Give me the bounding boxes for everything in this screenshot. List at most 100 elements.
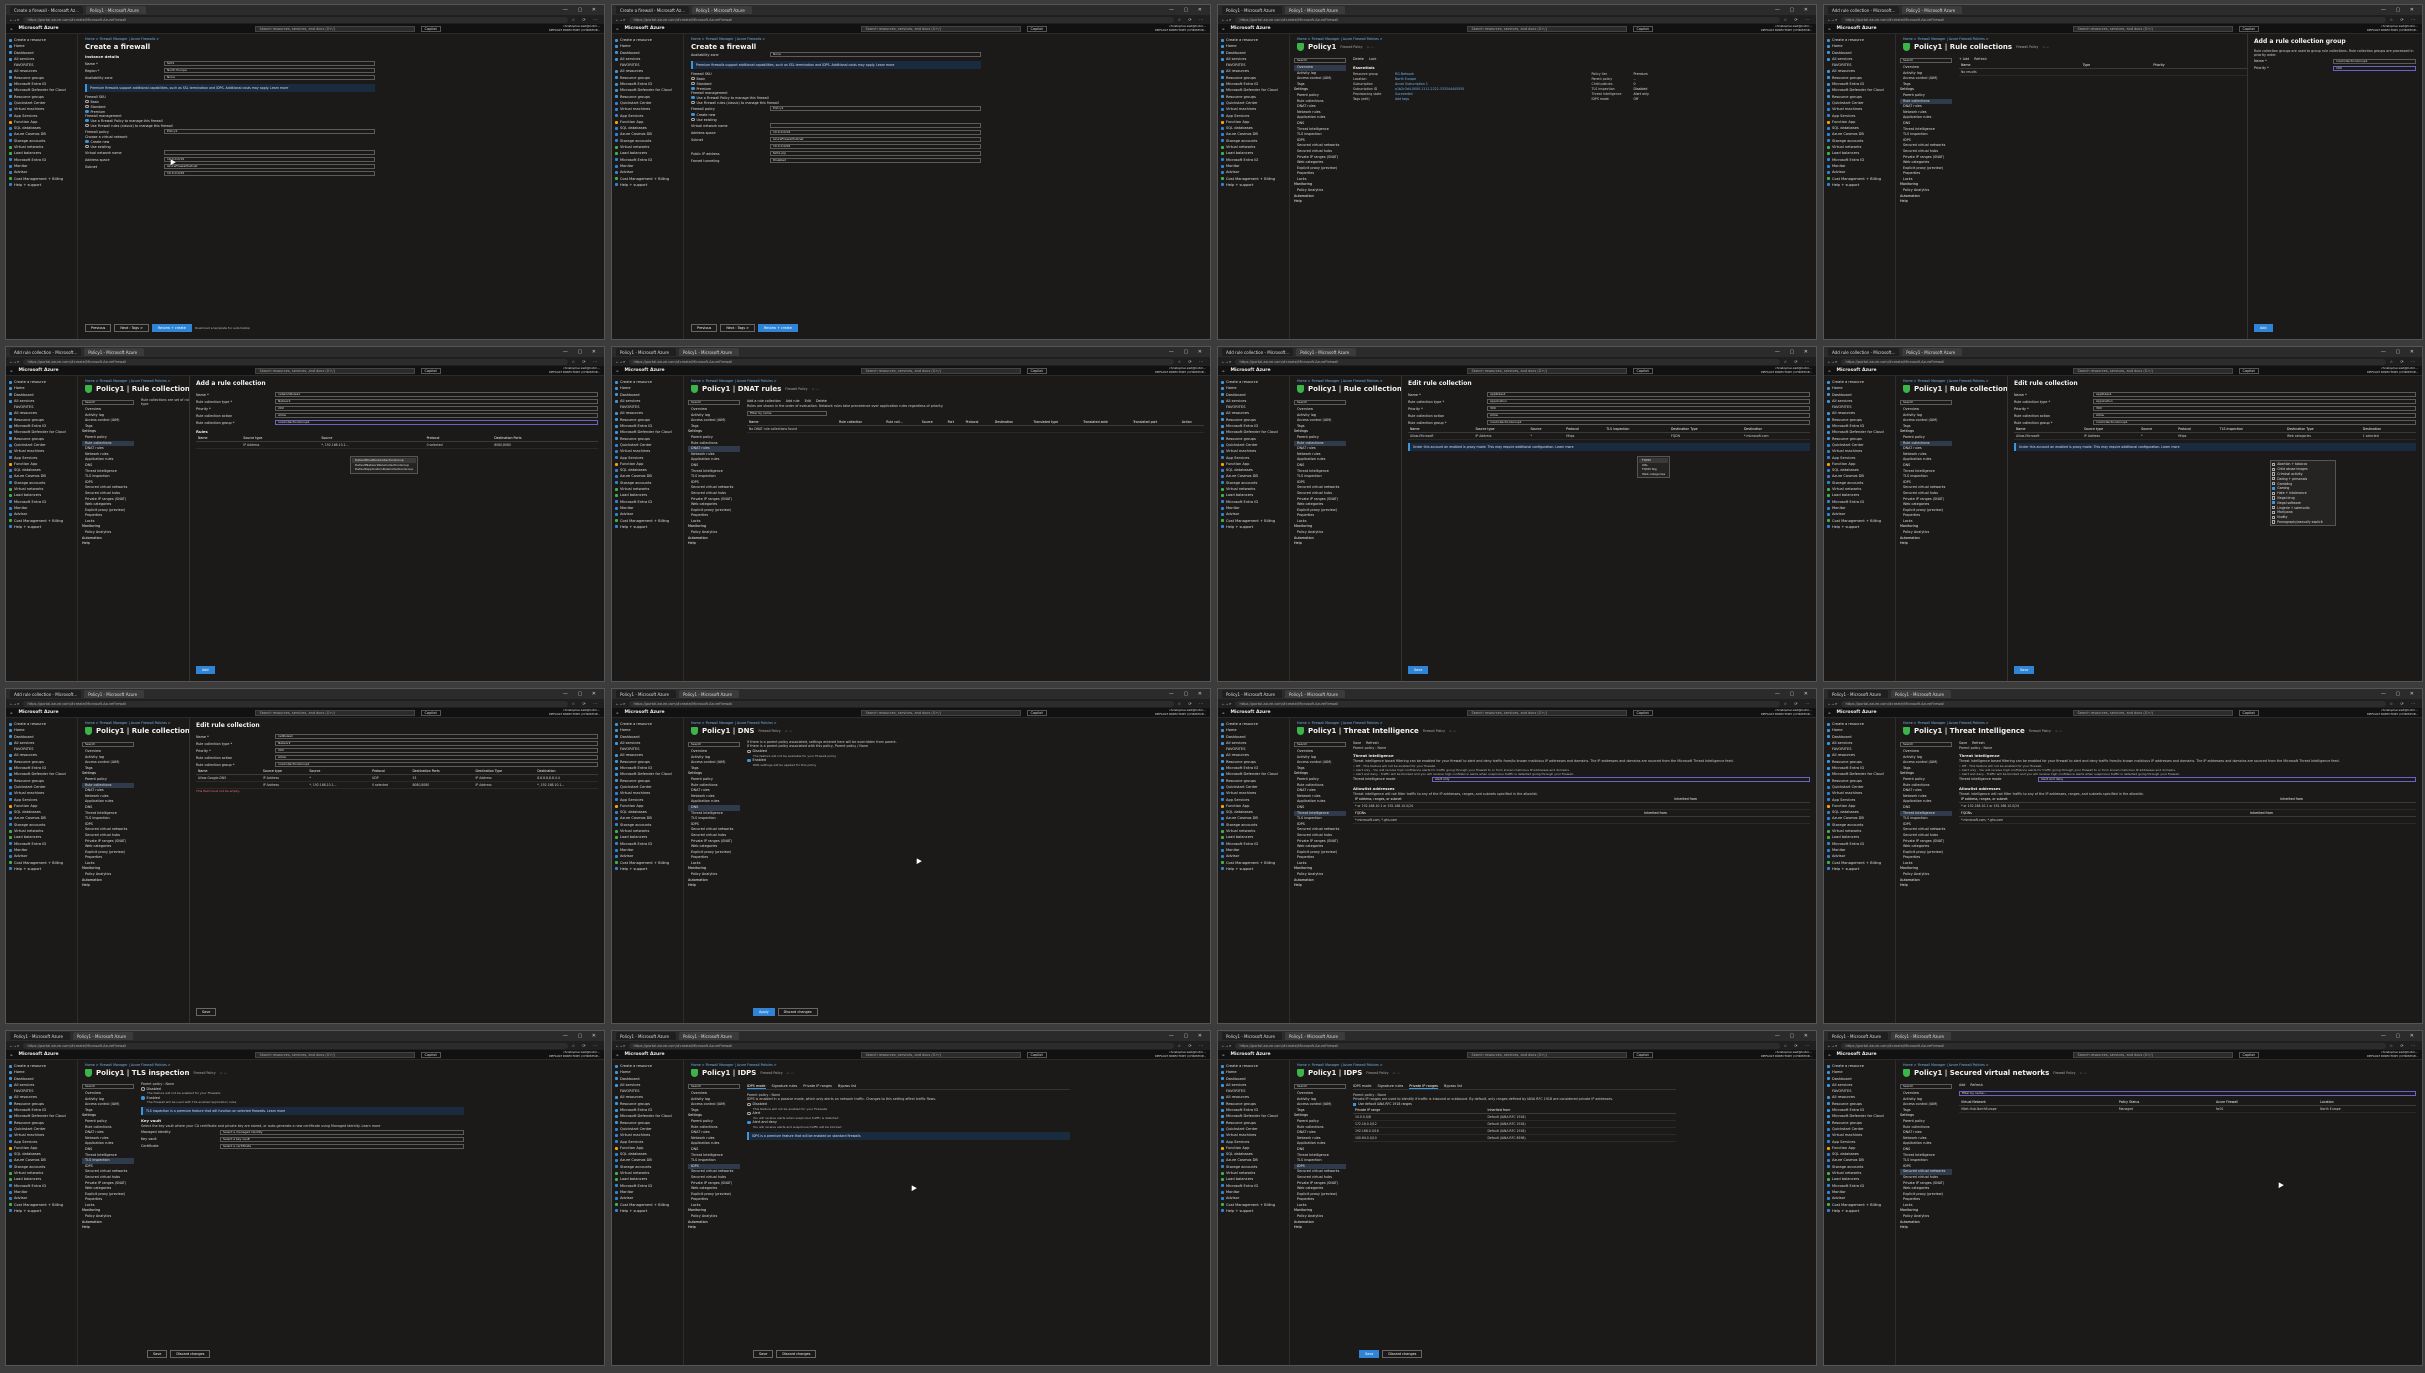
- filter-input[interactable]: Filter by name...: [1959, 1091, 2416, 1096]
- idps-tab[interactable]: Signature rules: [1378, 1084, 1404, 1089]
- policy-menu-item[interactable]: Help: [1294, 883, 1346, 889]
- toolbar-button[interactable]: Refresh: [1974, 57, 1986, 61]
- portal-brand[interactable]: Microsoft Azure: [1231, 1052, 1271, 1057]
- save-button[interactable]: Save: [1359, 1350, 1380, 1358]
- nav-arrows-icon[interactable]: ← → ⟳: [1828, 702, 1837, 706]
- field-input[interactable]: 300: [2093, 406, 2416, 411]
- menu-search-input[interactable]: Search: [688, 400, 740, 405]
- web-categories-dropdown[interactable]: Abortion + tobacco Child abuse images Crim…: [2270, 460, 2336, 527]
- browser-tab[interactable]: Policy1 - Microsoft Azure: [85, 6, 146, 14]
- browser-tab[interactable]: Policy1 - Microsoft Azure: [1828, 690, 1888, 698]
- table-row[interactable]: 172.16.0.0/12 Default (IANA RFC 1918): [1353, 1120, 1676, 1128]
- idps-tab[interactable]: Bypass list: [838, 1084, 856, 1089]
- next-button[interactable]: Next : Tags >: [720, 324, 755, 332]
- menu-search-input[interactable]: Search: [1294, 742, 1346, 747]
- field-input[interactable]: 200: [275, 406, 598, 411]
- table-row[interactable]: IP Address *, 192.168.10.1... 0 selected 80…: [196, 441, 598, 449]
- menu-icon[interactable]: ≡: [616, 369, 619, 373]
- policy-menu-item[interactable]: Help: [688, 883, 740, 889]
- policy-menu-item[interactable]: Help: [1900, 883, 1952, 889]
- browser-tab[interactable]: Policy1 - Microsoft Azure: [679, 1032, 739, 1040]
- table-row[interactable]: Allow-Microsoft IP Address * Https Web categ…: [2014, 432, 2416, 440]
- menu-icon[interactable]: ≡: [1828, 369, 1831, 373]
- toolbar-button[interactable]: Edit: [805, 399, 811, 403]
- field-input[interactable]: Alert only: [1432, 777, 1810, 782]
- browser-tab[interactable]: Policy1 - Microsoft Azure: [1902, 6, 1963, 14]
- menu-search-input[interactable]: Search: [1294, 1084, 1346, 1089]
- account-info[interactable]: christopher.zeit@hotm... DEFAULT DIRECTOR…: [549, 366, 600, 374]
- portal-search-input[interactable]: Search resources, services, and docs (G+…: [1466, 1051, 1627, 1058]
- window-controls[interactable]: — ▢ ✕: [563, 1033, 600, 1039]
- portal-search-input[interactable]: Search resources, services, and docs (G+…: [860, 709, 1021, 716]
- url-input[interactable]: https://portal.azure.com/#create/Microso…: [629, 16, 1174, 23]
- copilot-button[interactable]: Copilot: [420, 1051, 441, 1058]
- account-info[interactable]: christopher.zeit@hotm... DEFAULT DIRECTOR…: [2367, 24, 2418, 32]
- idps-tab[interactable]: Signature rules: [772, 1084, 798, 1089]
- browser-actions-icon[interactable]: ☆ ⟳ ⋯: [2390, 1043, 2418, 1048]
- copilot-button[interactable]: Copilot: [1632, 25, 1653, 32]
- portal-search-input[interactable]: Search resources, services, and docs (G+…: [860, 367, 1021, 374]
- menu-search-input[interactable]: Search: [82, 400, 134, 405]
- next-button[interactable]: Next : Tags >: [114, 324, 149, 332]
- url-input[interactable]: https://portal.azure.com/#create/Microso…: [1235, 700, 1780, 707]
- copilot-button[interactable]: Copilot: [2238, 709, 2259, 716]
- left-nav-item[interactable]: Help + support: [1221, 524, 1286, 530]
- browser-tab[interactable]: Add rule collection - Microsoft...: [10, 348, 82, 356]
- account-info[interactable]: christopher.zeit@hotm... DEFAULT DIRECTOR…: [549, 708, 600, 716]
- url-input[interactable]: https://portal.azure.com/#create/Microso…: [1235, 358, 1780, 365]
- window-controls[interactable]: — ▢ ✕: [1169, 7, 1206, 13]
- toolbar-button[interactable]: Save: [1353, 741, 1361, 745]
- nav-arrows-icon[interactable]: ← → ⟳: [616, 18, 625, 22]
- menu-icon[interactable]: ≡: [1222, 369, 1225, 373]
- essential-value[interactable]: Azure Subscription 1: [1395, 82, 1428, 86]
- browser-tab[interactable]: Policy1 - Microsoft Azure: [679, 690, 739, 698]
- url-input[interactable]: https://portal.azure.com/#create/Microso…: [1841, 1042, 2386, 1049]
- idps-tab[interactable]: IDPS mode: [1353, 1084, 1372, 1089]
- account-info[interactable]: christopher.zeit@hotm... DEFAULT DIRECTOR…: [1761, 366, 1812, 374]
- browser-tab[interactable]: Add rule collection - Microsoft...: [1828, 348, 1900, 356]
- portal-search-input[interactable]: Search resources, services, and docs (G+…: [860, 1051, 1021, 1058]
- field-input[interactable]: Policy1: [770, 106, 981, 111]
- left-nav-item[interactable]: Help + support: [9, 182, 74, 188]
- portal-brand[interactable]: Microsoft Azure: [19, 26, 59, 31]
- browser-tab[interactable]: Policy1 - Microsoft Azure: [691, 6, 752, 14]
- browser-tab[interactable]: Policy1 - Microsoft Azure: [73, 1032, 133, 1040]
- browser-tab[interactable]: Policy1 - Microsoft Azure: [616, 690, 676, 698]
- portal-brand[interactable]: Microsoft Azure: [1231, 26, 1271, 31]
- left-nav-item[interactable]: Help + support: [1221, 866, 1286, 872]
- policy-menu-item[interactable]: Help: [1294, 199, 1346, 205]
- table-row[interactable]: Allow-Google-DNS IP Address * UDP 53 IP Addre…: [196, 774, 598, 782]
- policy-menu-item[interactable]: Help: [82, 541, 134, 547]
- menu-search-input[interactable]: Search: [1900, 1084, 1952, 1089]
- radio-dot[interactable]: [85, 104, 89, 109]
- nav-arrows-icon[interactable]: ← → ⟳: [616, 1044, 625, 1048]
- nav-arrows-icon[interactable]: ← → ⟳: [616, 360, 625, 364]
- copilot-button[interactable]: Copilot: [420, 25, 441, 32]
- account-info[interactable]: christopher.zeit@hotm... DEFAULT DIRECTOR…: [1761, 24, 1812, 32]
- menu-icon[interactable]: ≡: [10, 711, 13, 715]
- browser-actions-icon[interactable]: ☆ ⟳ ⋯: [1178, 1043, 1206, 1048]
- essential-value[interactable]: Succeeded: [1395, 92, 1412, 96]
- portal-search-input[interactable]: Search resources, services, and docs (G+…: [254, 1051, 415, 1058]
- more-icon[interactable]: ☆ ⋯: [2055, 729, 2062, 733]
- field-input[interactable]: 10.0.0.0/26: [164, 171, 375, 176]
- download-template-link[interactable]: Download a template for automation: [195, 326, 251, 330]
- portal-search-input[interactable]: Search resources, services, and docs (G+…: [1466, 367, 1627, 374]
- radio-dot[interactable]: [747, 758, 751, 763]
- menu-icon[interactable]: ≡: [1222, 1053, 1225, 1057]
- portal-search-input[interactable]: Search resources, services, and docs (G+…: [860, 25, 1021, 32]
- more-icon[interactable]: ☆ ⋯: [220, 1071, 227, 1075]
- review-create-button[interactable]: Review + create: [151, 324, 192, 332]
- field-input[interactable]: 100: [2333, 66, 2416, 71]
- apply-button[interactable]: Apply: [753, 1008, 775, 1016]
- table-row[interactable]: * or 192.168.10.1 or 192.168.10.0/24: [1353, 802, 1810, 811]
- filter-input[interactable]: Filter by name: [747, 411, 827, 416]
- portal-search-input[interactable]: Search resources, services, and docs (G+…: [1466, 25, 1627, 32]
- browser-actions-icon[interactable]: ☆ ⟳ ⋯: [572, 17, 600, 22]
- field-input[interactable]: [164, 150, 375, 155]
- radio-dot[interactable]: [691, 81, 695, 86]
- rcg-dropdown[interactable]: DefaultDnatRuleCollectionGroup DefaultNet…: [350, 456, 419, 474]
- checkbox[interactable]: [2272, 477, 2276, 481]
- field-input[interactable]: None: [164, 75, 375, 80]
- left-nav-item[interactable]: Help + support: [1221, 1208, 1286, 1214]
